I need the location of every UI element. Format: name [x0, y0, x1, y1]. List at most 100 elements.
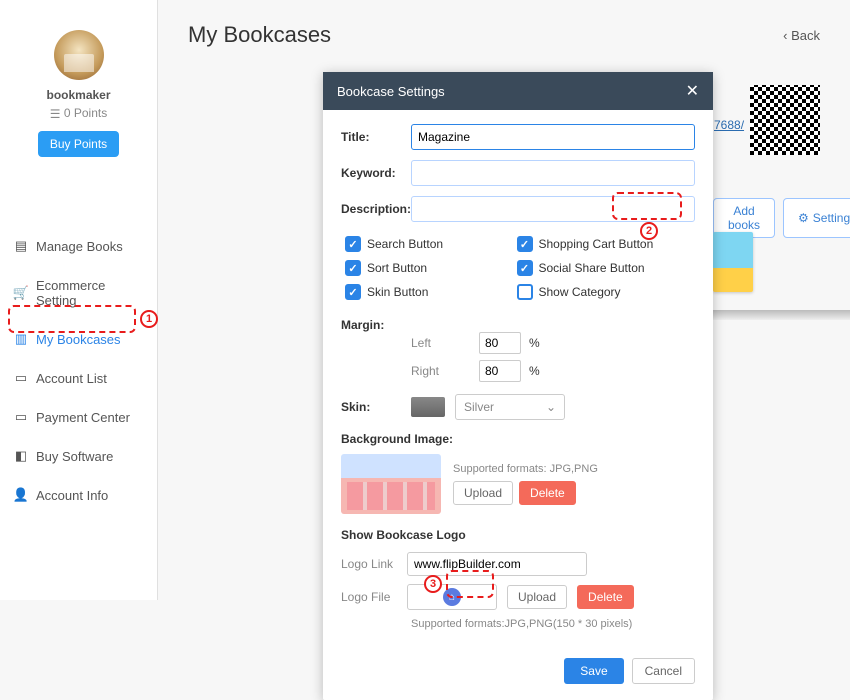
- cancel-button[interactable]: Cancel: [632, 658, 695, 684]
- unit: %: [529, 336, 540, 350]
- logo-upload-button[interactable]: Upload: [507, 585, 567, 609]
- checkbox-icon: [517, 236, 533, 252]
- bookcase-icon: ▥: [14, 332, 28, 346]
- logo-section-title: Show Bookcase Logo: [341, 528, 695, 542]
- main: My Bookcases Back 7688/ Add books ⚙ Setti…: [158, 0, 850, 600]
- margin-right-label: Right: [411, 364, 471, 378]
- dialog-body: Title: Keyword: Description: Search Butt…: [323, 110, 713, 644]
- check-label: Skin Button: [367, 285, 428, 299]
- logo-file-row: Logo File ⌂ Upload Delete: [341, 584, 695, 610]
- skin-select[interactable]: Silver ⌄: [455, 394, 565, 420]
- skin-selected: Silver: [464, 400, 494, 414]
- nav-my-bookcases[interactable]: ▥ My Bookcases: [0, 320, 157, 359]
- nav-label: Account Info: [36, 488, 108, 503]
- bg-delete-button[interactable]: Delete: [519, 481, 576, 505]
- chevron-down-icon: ⌄: [546, 400, 556, 414]
- field-description: Description:: [341, 196, 695, 222]
- field-keyword: Keyword:: [341, 160, 695, 186]
- nav-ecommerce[interactable]: 🛒 Ecommerce Setting: [0, 266, 157, 320]
- dialog-header: Bookcase Settings ✕: [323, 72, 713, 110]
- title-input[interactable]: [411, 124, 695, 150]
- gear-icon: ⚙: [798, 211, 809, 225]
- logo-file-label: Logo File: [341, 590, 397, 604]
- bg-label: Background Image:: [341, 432, 695, 446]
- nav: ▤ Manage Books 🛒 Ecommerce Setting ▥ My Boo…: [0, 227, 157, 515]
- nav-buy-software[interactable]: ◧ Buy Software: [0, 437, 157, 476]
- bg-hint: Supported formats: JPG,PNG: [453, 463, 598, 475]
- margin-left-row: Left %: [341, 332, 695, 354]
- nav-label: Buy Software: [36, 449, 113, 464]
- margin-right-row: Right %: [341, 360, 695, 382]
- toolbar-label: Add books: [728, 204, 760, 232]
- profile: bookmaker ☰ 0 Points Buy Points: [0, 0, 157, 167]
- nav-label: Manage Books: [36, 239, 123, 254]
- qr-code: [750, 85, 820, 155]
- page-title: My Bookcases: [188, 22, 850, 48]
- nav-label: Payment Center: [36, 410, 130, 425]
- nav-manage-books[interactable]: ▤ Manage Books: [0, 227, 157, 266]
- nav-account-list[interactable]: ▭ Account List: [0, 359, 157, 398]
- logo-link-input[interactable]: [407, 552, 587, 576]
- margin-label: Margin:: [341, 318, 695, 332]
- payment-icon: ▭: [14, 410, 28, 424]
- avatar: [54, 30, 104, 80]
- account-info-icon: 👤: [14, 488, 28, 502]
- logo-link-row: Logo Link: [341, 552, 695, 576]
- skin-swatch: [411, 397, 445, 417]
- settings-button[interactable]: ⚙ Settings: [783, 198, 850, 238]
- check-label: Show Category: [539, 285, 621, 299]
- margin-left-input[interactable]: [479, 332, 521, 354]
- bg-row: Supported formats: JPG,PNG Upload Delete: [341, 454, 695, 514]
- bookcase-url[interactable]: 7688/: [714, 118, 744, 132]
- check-label: Search Button: [367, 237, 443, 251]
- buy-points-button[interactable]: Buy Points: [38, 131, 119, 157]
- nav-label: Ecommerce Setting: [36, 278, 143, 308]
- logo-hint: Supported formats:JPG,PNG(150 * 30 pixel…: [411, 618, 695, 630]
- check-category[interactable]: Show Category: [517, 284, 689, 300]
- skin-label: Skin:: [341, 400, 401, 414]
- field-title: Title:: [341, 124, 695, 150]
- check-social[interactable]: Social Share Button: [517, 260, 689, 276]
- logo-icon: ⌂: [443, 588, 461, 606]
- logo-link-label: Logo Link: [341, 557, 397, 571]
- keyword-input[interactable]: [411, 160, 695, 186]
- check-label: Social Share Button: [539, 261, 645, 275]
- keyword-label: Keyword:: [341, 166, 411, 180]
- save-button[interactable]: Save: [564, 658, 623, 684]
- points-icon: ☰: [50, 107, 61, 121]
- checkbox-icon: [517, 260, 533, 276]
- logo-file-preview: ⌂: [407, 584, 497, 610]
- points-label: 0 Points: [64, 106, 107, 120]
- nav-account-info[interactable]: 👤 Account Info: [0, 476, 157, 515]
- logo-delete-button[interactable]: Delete: [577, 585, 634, 609]
- shelf: [713, 310, 850, 320]
- check-label: Shopping Cart Button: [539, 237, 654, 251]
- sidebar: bookmaker ☰ 0 Points Buy Points ▤ Manage …: [0, 0, 158, 600]
- description-label: Description:: [341, 202, 411, 216]
- nav-payment-center[interactable]: ▭ Payment Center: [0, 398, 157, 437]
- logo-section: Show Bookcase Logo Logo Link Logo File ⌂…: [341, 528, 695, 630]
- check-sort[interactable]: Sort Button: [345, 260, 517, 276]
- back-link[interactable]: Back: [783, 28, 820, 43]
- check-skin[interactable]: Skin Button: [345, 284, 517, 300]
- check-cart[interactable]: Shopping Cart Button: [517, 236, 689, 252]
- margin-left-label: Left: [411, 336, 471, 350]
- account-list-icon: ▭: [14, 371, 28, 385]
- ecommerce-icon: 🛒: [14, 286, 28, 300]
- checkbox-icon: [517, 284, 533, 300]
- toolbar-label: Settings: [813, 211, 850, 225]
- description-input[interactable]: [411, 196, 695, 222]
- close-icon[interactable]: ✕: [686, 81, 699, 101]
- unit: %: [529, 364, 540, 378]
- nav-label: Account List: [36, 371, 107, 386]
- check-search[interactable]: Search Button: [345, 236, 517, 252]
- nav-label: My Bookcases: [36, 332, 121, 347]
- bookcase-settings-dialog: Bookcase Settings ✕ Title: Keyword: Desc…: [323, 72, 713, 700]
- software-icon: ◧: [14, 449, 28, 463]
- skin-row: Skin: Silver ⌄: [341, 394, 695, 420]
- bg-upload-button[interactable]: Upload: [453, 481, 513, 505]
- checkbox-icon: [345, 260, 361, 276]
- manage-books-icon: ▤: [14, 239, 28, 253]
- margin-right-input[interactable]: [479, 360, 521, 382]
- dialog-title: Bookcase Settings: [337, 84, 445, 99]
